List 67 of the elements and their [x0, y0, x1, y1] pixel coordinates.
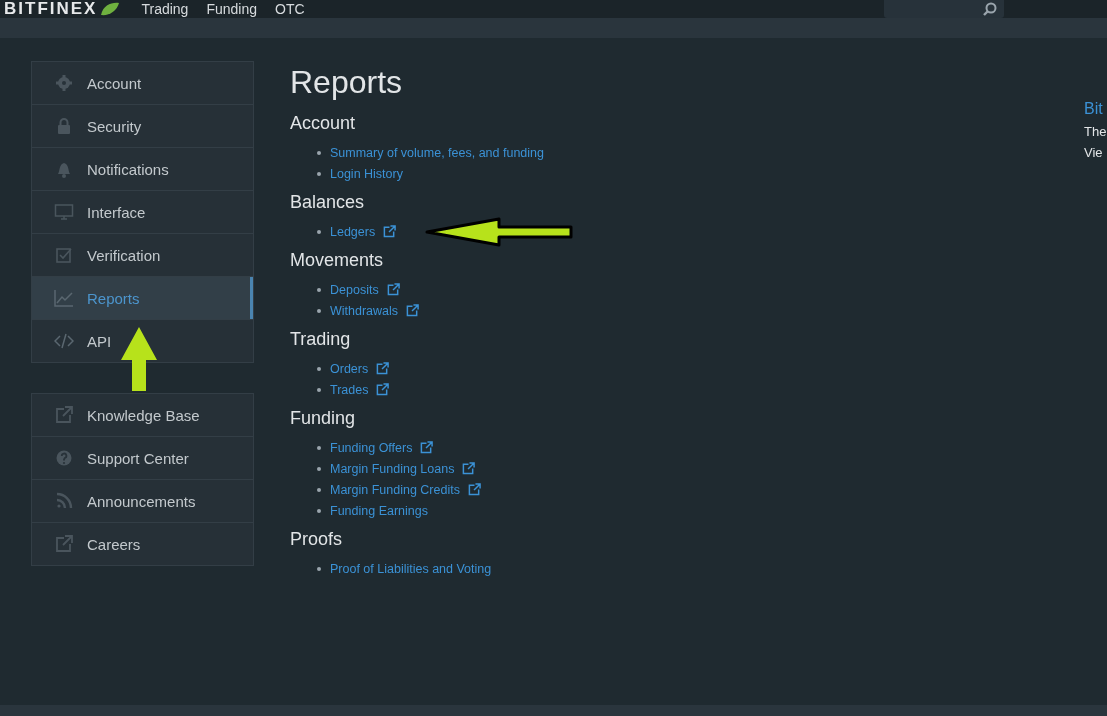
- code-icon: [54, 331, 74, 351]
- bullet-icon: [317, 466, 321, 471]
- external-link-icon[interactable]: [376, 362, 390, 375]
- external-link-icon[interactable]: [383, 225, 397, 238]
- sidebar-item[interactable]: Careers: [32, 522, 253, 565]
- bullet-icon: [317, 566, 321, 571]
- bullet-icon: [317, 171, 321, 176]
- report-link[interactable]: Login History: [330, 166, 403, 181]
- sidebar-item[interactable]: Notifications: [32, 147, 253, 190]
- external-link-icon[interactable]: [467, 483, 481, 496]
- bullet-icon: [317, 150, 321, 155]
- report-link[interactable]: Funding Earnings: [330, 503, 428, 518]
- report-link[interactable]: Trades: [330, 382, 369, 397]
- report-link[interactable]: Proof of Liabilities and Voting: [330, 561, 492, 576]
- report-link[interactable]: Margin Funding Loans: [330, 461, 455, 476]
- external-link-icon[interactable]: [462, 462, 476, 475]
- section-heading: Account: [290, 112, 357, 134]
- external-link-icon[interactable]: [406, 304, 420, 317]
- external-icon: [54, 534, 74, 554]
- nav-link[interactable]: OTC: [275, 0, 305, 18]
- report-link[interactable]: Ledgers: [330, 224, 376, 239]
- search-icon: [982, 2, 998, 16]
- sidebar-item[interactable]: Support Center: [32, 436, 253, 479]
- gear-icon: [54, 73, 74, 93]
- sidebar-item[interactable]: Account: [32, 62, 253, 104]
- sidebar-item[interactable]: Interface: [32, 190, 253, 233]
- leaf-icon: [99, 2, 122, 16]
- section-heading: Movements: [290, 249, 385, 271]
- panel-text: Vie: [1084, 144, 1104, 162]
- question-icon: [54, 448, 74, 468]
- panel-title[interactable]: Bit: [1084, 97, 1107, 121]
- bullet-icon: [317, 366, 321, 371]
- external-link-icon[interactable]: [376, 383, 390, 396]
- report-link[interactable]: Margin Funding Credits: [330, 482, 460, 497]
- report-link[interactable]: Funding Offers: [330, 440, 413, 455]
- section-heading: Proofs: [290, 528, 344, 550]
- external-link-icon[interactable]: [420, 441, 434, 454]
- bullet-icon: [317, 487, 321, 492]
- chart-icon: [54, 288, 74, 308]
- monitor-icon: [54, 202, 74, 222]
- external-link-icon[interactable]: [386, 283, 400, 296]
- rss-icon: [54, 491, 74, 511]
- bullet-icon: [317, 287, 321, 292]
- bullet-icon: [317, 508, 321, 513]
- sidebar-item[interactable]: Announcements: [32, 479, 253, 522]
- bullet-icon: [317, 308, 321, 313]
- report-link[interactable]: Deposits: [330, 282, 379, 297]
- external-icon: [54, 405, 74, 425]
- bullet-icon: [317, 387, 321, 392]
- report-link[interactable]: Summary of volume, fees, and funding: [330, 145, 544, 160]
- section-heading: Balances: [290, 191, 366, 213]
- report-link[interactable]: Orders: [330, 361, 369, 376]
- sidebar-item[interactable]: Security: [32, 104, 253, 147]
- panel-text: The: [1084, 123, 1107, 141]
- bullet-icon: [317, 445, 321, 450]
- logo[interactable]: BITFINEX: [4, 0, 98, 18]
- section-heading: Trading: [290, 328, 352, 350]
- search-field[interactable]: [884, 0, 1004, 18]
- bullet-icon: [317, 229, 321, 234]
- arrow-annotation: [119, 326, 159, 392]
- nav-link[interactable]: Funding: [206, 0, 257, 18]
- check-icon: [54, 245, 74, 265]
- sidebar-item[interactable]: Knowledge Base: [32, 394, 253, 436]
- nav-link[interactable]: Trading: [141, 0, 189, 18]
- report-link[interactable]: Withdrawals: [330, 303, 399, 318]
- section-heading: Funding: [290, 407, 357, 429]
- page-title: Reports: [290, 64, 404, 100]
